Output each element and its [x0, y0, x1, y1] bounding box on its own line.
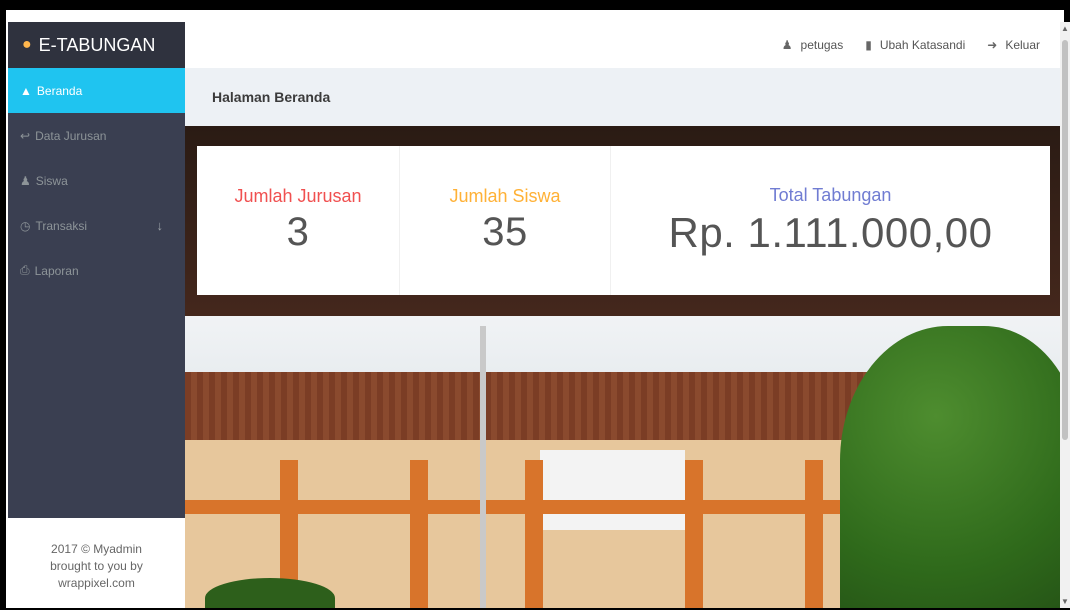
photo-wall	[540, 450, 685, 530]
print-icon: ⎙	[20, 263, 30, 277]
scroll-up-icon[interactable]: ▲	[1061, 24, 1069, 33]
stat-label: Jumlah Jurusan	[234, 186, 362, 206]
logout-link[interactable]: ➜ Keluar	[987, 38, 1040, 52]
photo-column	[525, 460, 543, 608]
footer-link[interactable]: wrappixel.com	[8, 575, 185, 592]
sidebar-item-label: Transaksi	[35, 218, 88, 233]
clock-icon: ◷	[20, 218, 31, 233]
user-menu[interactable]: ♟ petugas	[782, 38, 843, 52]
sidebar-footer: 2017 © Myadmin brought to you by wrappix…	[8, 518, 185, 608]
username: petugas	[800, 38, 844, 52]
stat-jumlah-siswa: Jumlah Siswa 35	[399, 146, 611, 295]
change-password-link[interactable]: ▮ Ubah Katasandi	[865, 38, 965, 52]
page-header: Halaman Beranda	[185, 68, 1060, 126]
photo-roof	[185, 372, 885, 442]
flame-icon: ▲	[20, 83, 32, 98]
sidebar-item-beranda[interactable]: ▲ Beranda	[8, 68, 185, 113]
arrow-down-icon: ↓	[156, 218, 164, 233]
stat-total-tabungan: Total Tabungan Rp. 1.111.000,00	[611, 146, 1050, 295]
stats-card: Jumlah Jurusan 3 Jumlah Siswa 35 Total T…	[197, 146, 1050, 295]
signal-icon: ▮	[865, 38, 872, 52]
sidebar-item-transaksi[interactable]: ◷ Transaksi ↓	[8, 203, 185, 248]
sidebar-item-label: Laporan	[34, 263, 79, 278]
brand[interactable]: ● E-TABUNGAN	[8, 22, 185, 68]
photo-column	[685, 460, 703, 608]
logout-label: Keluar	[1005, 38, 1040, 52]
sidebar-item-data-jurusan[interactable]: ↩ Data Jurusan	[8, 113, 185, 158]
footer-credit: brought to you by	[50, 559, 143, 573]
logout-icon: ➜	[987, 38, 998, 52]
scrollbar-thumb[interactable]	[1062, 40, 1068, 440]
stat-label: Jumlah Siswa	[449, 186, 561, 206]
change-password-label: Ubah Katasandi	[879, 38, 966, 52]
footer-copyright: 2017 © Myadmin	[51, 542, 142, 556]
sidebar-item-label: Data Jurusan	[35, 128, 107, 143]
stat-value: Rp. 1.111.000,00	[668, 208, 993, 256]
photo-flagpole	[480, 326, 486, 608]
stat-label: Total Tabungan	[769, 184, 892, 205]
photo-column	[805, 460, 823, 608]
sidebar-item-label: Siswa	[35, 173, 68, 188]
scroll-down-icon[interactable]: ▼	[1061, 597, 1069, 606]
sidebar: ● E-TABUNGAN ▲ Beranda ↩ Data Jurusan ♟ …	[8, 22, 185, 608]
photo-column	[410, 460, 428, 608]
stat-value: 35	[482, 210, 528, 254]
stat-jumlah-jurusan: Jumlah Jurusan 3	[197, 146, 399, 295]
scrollbar[interactable]: ▲ ▼	[1060, 22, 1070, 608]
page-title: Halaman Beranda	[212, 89, 331, 105]
stat-value: 3	[286, 210, 310, 254]
signpost-icon: ↩	[20, 128, 31, 143]
sidebar-item-label: Beranda	[36, 83, 83, 98]
sidebar-item-siswa[interactable]: ♟ Siswa	[8, 158, 185, 203]
photo-tree	[840, 326, 1060, 608]
brand-name: E-TABUNGAN	[38, 34, 156, 55]
sidebar-item-laporan[interactable]: ⎙ Laporan	[8, 248, 185, 293]
user-icon: ♟	[781, 38, 793, 52]
user-icon: ♟	[20, 173, 31, 188]
flame-logo-icon: ●	[22, 36, 32, 53]
topbar: ♟ petugas ▮ Ubah Katasandi ➜ Keluar	[185, 22, 1060, 68]
